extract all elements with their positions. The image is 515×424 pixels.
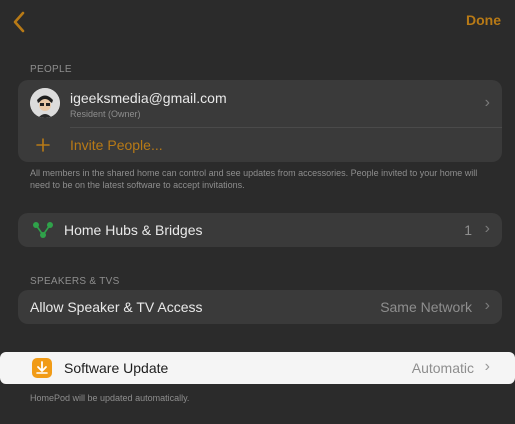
invite-people-button[interactable]: Invite People... [18, 128, 502, 162]
chevron-right-icon: › [484, 94, 490, 111]
invite-people-label: Invite People... [70, 137, 163, 153]
software-update-icon [32, 358, 52, 378]
speaker-access-value: Same Network [380, 299, 472, 315]
people-section-header: PEOPLE [30, 64, 72, 75]
chevron-right-icon: › [484, 297, 490, 314]
chevron-right-icon: › [484, 358, 490, 375]
chevron-left-icon [13, 11, 25, 33]
software-update-value: Automatic [411, 360, 474, 376]
owner-row[interactable]: igeeksmedia@gmail.com Resident (Owner) › [18, 80, 502, 127]
chevron-right-icon: › [484, 220, 490, 237]
speakers-section-header: SPEAKERS & TVS [30, 276, 120, 287]
people-note: All members in the shared home can contr… [30, 168, 478, 190]
speaker-access-row[interactable]: Allow Speaker & TV Access Same Network › [18, 290, 502, 324]
home-hubs-count: 1 [464, 222, 472, 238]
home-hubs-label: Home Hubs & Bridges [64, 222, 203, 238]
software-update-row[interactable]: Software Update Automatic › [18, 352, 502, 384]
software-update-note: HomePod will be updated automatically. [30, 393, 190, 403]
owner-role: Resident (Owner) [70, 109, 141, 119]
home-hubs-row[interactable]: Home Hubs & Bridges 1 › [18, 213, 502, 247]
people-card: igeeksmedia@gmail.com Resident (Owner) ›… [18, 80, 502, 162]
owner-email: igeeksmedia@gmail.com [70, 90, 227, 106]
software-update-label: Software Update [64, 360, 169, 376]
nav-bar: Done [0, 0, 515, 44]
speaker-access-label: Allow Speaker & TV Access [30, 299, 203, 315]
home-hub-icon [33, 222, 53, 238]
done-button[interactable]: Done [466, 12, 501, 28]
avatar [30, 88, 60, 118]
plus-icon [36, 138, 50, 152]
back-button[interactable] [8, 8, 30, 34]
